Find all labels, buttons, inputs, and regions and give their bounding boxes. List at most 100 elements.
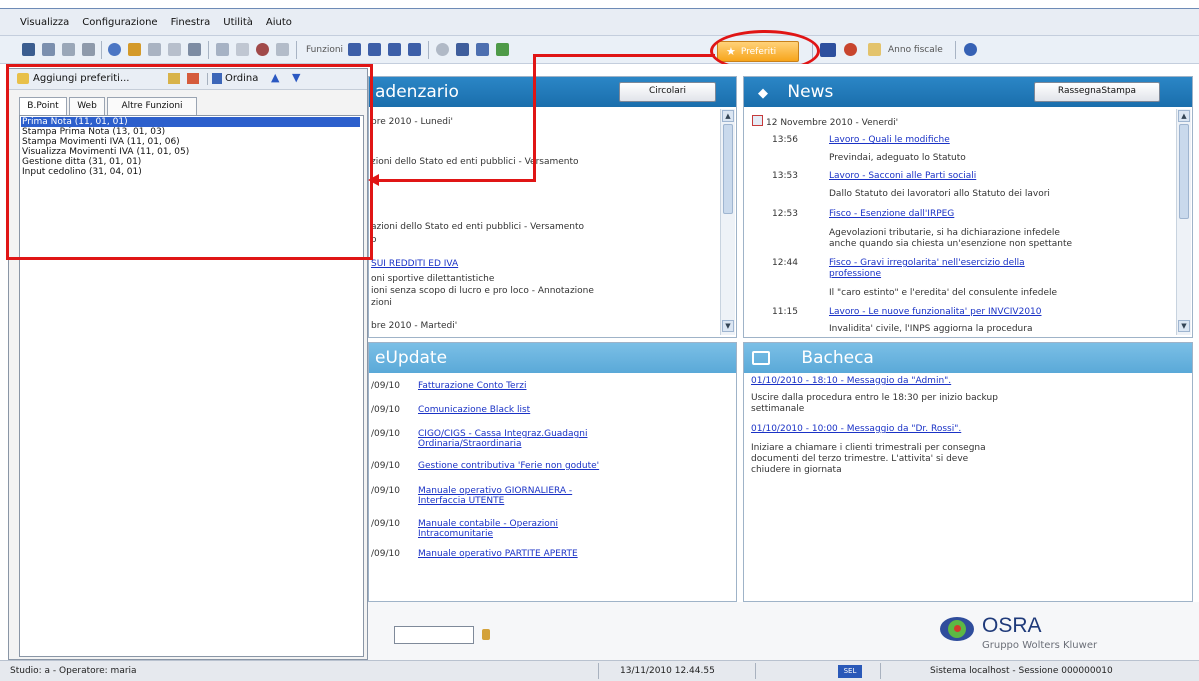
function-2-icon[interactable]: [368, 43, 381, 56]
scadenzario-line: zioni: [371, 298, 392, 308]
scroll-up-icon[interactable]: ▲: [1178, 110, 1190, 122]
osra-logo-name: OSRA: [982, 614, 1042, 637]
news-link[interactable]: Fisco - Esenzione dall'IRPEG: [829, 209, 954, 219]
status-bar: Studio: a - Operatore: maria 13/11/2010 …: [0, 660, 1199, 681]
scroll-down-icon[interactable]: ▼: [1178, 320, 1190, 332]
eupdate-date: /09/10: [371, 519, 400, 529]
news-link[interactable]: Fisco - Gravi irregolarita' nell'eserciz…: [829, 258, 1025, 268]
settings-icon[interactable]: [256, 43, 269, 56]
document-icon[interactable]: [168, 43, 181, 56]
news-time: 12:53: [772, 209, 798, 219]
clock-icon[interactable]: [436, 43, 449, 56]
eupdate-link[interactable]: Gestione contributiva 'Ferie non godute': [418, 461, 599, 471]
annotation-line: [533, 54, 536, 182]
arrow-icon[interactable]: [276, 43, 289, 56]
status-datetime: 13/11/2010 12.44.55: [620, 666, 715, 676]
news-title: News: [787, 82, 834, 102]
menu-visualizza[interactable]: Visualizza: [20, 17, 69, 28]
lifebuoy-icon[interactable]: [844, 43, 857, 56]
scroll-thumb[interactable]: [723, 124, 733, 214]
menu-aiuto[interactable]: Aiuto: [266, 17, 292, 28]
eupdate-link[interactable]: Manuale operativo PARTITE APERTE: [418, 549, 578, 559]
toolbar-icon-1[interactable]: [22, 43, 35, 56]
news-time: 12:44: [772, 258, 798, 268]
news-time: 11:15: [772, 307, 798, 317]
function-1-icon[interactable]: [348, 43, 361, 56]
circolari-button[interactable]: Circolari: [619, 82, 716, 102]
eupdate-date: /09/10: [371, 549, 400, 559]
megaphone-icon: ◆: [758, 86, 768, 101]
grid-icon[interactable]: [456, 43, 469, 56]
star-tool-icon[interactable]: [128, 43, 141, 56]
code-input[interactable]: [394, 626, 474, 644]
eupdate-date: /09/10: [371, 486, 400, 496]
news-desc: Dallo Statuto dei lavoratori allo Statut…: [829, 189, 1050, 199]
page-icon[interactable]: [236, 43, 249, 56]
network-icon[interactable]: [82, 43, 95, 56]
anno-fiscale-label: Anno fiscale: [888, 45, 943, 55]
toolbar-separator: [296, 41, 297, 59]
checkbox-icon[interactable]: [476, 43, 489, 56]
funzioni-label: Funzioni: [306, 45, 344, 55]
go-icon[interactable]: [482, 629, 490, 640]
scadenzario-link[interactable]: SUI REDDITI ED IVA: [371, 259, 458, 269]
chart-icon[interactable]: [820, 43, 836, 57]
eupdate-panel: eUpdate /09/10 Fatturazione Conto Terzi …: [368, 342, 737, 602]
scadenzario-line: zioni dello Stato ed enti pubblici - Ver…: [371, 157, 579, 167]
globe-icon[interactable]: [108, 43, 121, 56]
tools-icon[interactable]: [62, 43, 75, 56]
eupdate-link[interactable]: Manuale contabile - Operazioni: [418, 519, 558, 529]
toolbar-separator: [955, 41, 956, 59]
eupdate-link[interactable]: Ordinaria/Straordinaria: [418, 439, 521, 449]
scroll-down-icon[interactable]: ▼: [722, 320, 734, 332]
news-date: 12 Novembre 2010 - Venerdi': [766, 118, 899, 128]
highlight-rectangle: [6, 64, 373, 260]
excel-icon[interactable]: [496, 43, 509, 56]
news-link[interactable]: Lavoro - Quali le modifiche: [829, 135, 950, 145]
bacheca-message-link[interactable]: 01/10/2010 - 10:00 - Messaggio da "Dr. R…: [751, 424, 961, 434]
status-user: Studio: a - Operatore: maria: [10, 666, 137, 676]
eupdate-link[interactable]: Interfaccia UTENTE: [418, 496, 504, 506]
top-margin: [0, 0, 1199, 8]
scroll-up-icon[interactable]: ▲: [722, 110, 734, 122]
menu-utilita[interactable]: Utilità: [223, 17, 253, 28]
window-icon[interactable]: [188, 43, 201, 56]
menu-configurazione[interactable]: Configurazione: [82, 17, 157, 28]
eupdate-date: /09/10: [371, 429, 400, 439]
status-separator: [598, 663, 599, 679]
news-link[interactable]: professione: [829, 269, 881, 279]
bacheca-header: Bacheca: [744, 343, 1192, 373]
news-scrollbar[interactable]: ▲ ▼: [1176, 109, 1191, 335]
scroll-thumb[interactable]: [1179, 124, 1189, 219]
function-4-icon[interactable]: [408, 43, 421, 56]
scadenzario-line: oni sportive dilettantistiche: [371, 274, 495, 284]
annotation-arrow: [368, 174, 379, 186]
scadenzario-line: bre 2010 - Martedi': [371, 321, 458, 331]
rassegna-stampa-button[interactable]: RassegnaStampa: [1034, 82, 1160, 102]
eupdate-link[interactable]: CIGO/CIGS - Cassa Integraz.Guadagni: [418, 429, 587, 439]
function-3-icon[interactable]: [388, 43, 401, 56]
eupdate-link[interactable]: Manuale operativo GIORNALIERA -: [418, 486, 572, 496]
news-date-row: 12 Novembre 2010 - Venerdi': [752, 115, 898, 128]
calendar-icon[interactable]: [868, 43, 881, 56]
annotation-line: [378, 179, 536, 182]
news-link[interactable]: Lavoro - Sacconi alle Parti sociali: [829, 171, 976, 181]
news-desc: Invalidita' civile, l'INPS aggiorna la p…: [829, 324, 1033, 334]
scadenzario-title: adenzario: [375, 82, 459, 102]
bacheca-message-link[interactable]: 01/10/2010 - 18:10 - Messaggio da "Admin…: [751, 376, 951, 386]
save-icon[interactable]: [42, 43, 55, 56]
user-icon[interactable]: [216, 43, 229, 56]
scadenzario-scrollbar[interactable]: ▲ ▼: [720, 109, 735, 335]
calendar-icon: [752, 115, 763, 126]
eupdate-link[interactable]: Intracomunitarie: [418, 529, 493, 539]
help-icon[interactable]: [964, 43, 977, 56]
bacheca-message-text: settimanale: [751, 404, 805, 414]
menu-finestra[interactable]: Finestra: [171, 17, 211, 28]
osra-logo-icon: [940, 617, 974, 641]
printer-icon[interactable]: [148, 43, 161, 56]
eupdate-link[interactable]: Fatturazione Conto Terzi: [418, 381, 527, 391]
toolbar-separator: [208, 41, 209, 59]
eupdate-link[interactable]: Comunicazione Black list: [418, 405, 530, 415]
toolbar: Funzioni Anno fiscale: [0, 36, 1199, 64]
news-link[interactable]: Lavoro - Le nuove funzionalita' per INVC…: [829, 307, 1042, 317]
